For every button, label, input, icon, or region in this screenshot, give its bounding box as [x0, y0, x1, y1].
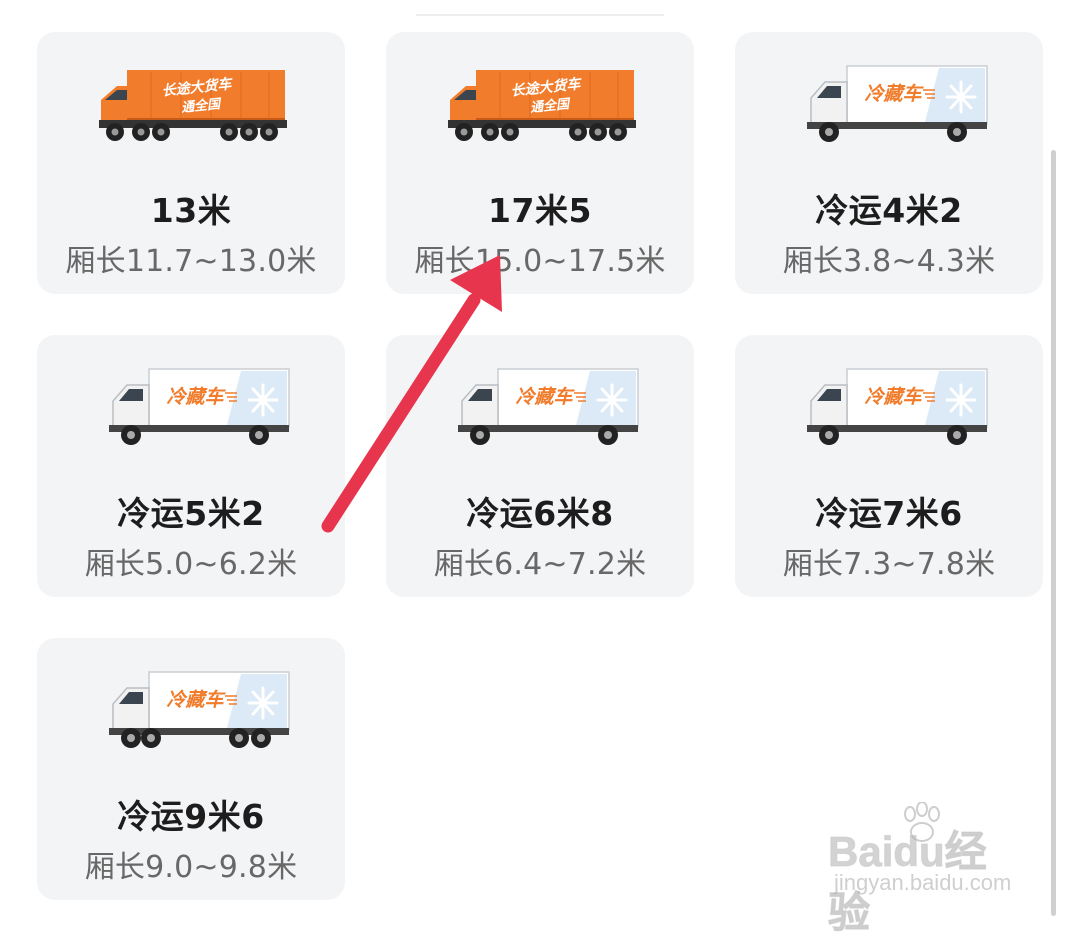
vehicle-box-length: 厢长7.3~7.8米 — [782, 547, 996, 582]
vehicle-card-17-5m[interactable]: 长途大货车 通全国 17米5 厢长15.0~17.5米 — [386, 32, 694, 294]
vehicle-box-length: 厢长6.4~7.2米 — [433, 547, 647, 582]
truck-banner-line1: 冷藏车 — [864, 386, 924, 408]
refrigerated-truck-icon: 冷藏车 — [807, 65, 988, 142]
vehicle-card-cold-4-2m[interactable]: 冷藏车 冷运4米2 厢长3.8~4.3米 — [735, 32, 1043, 294]
vehicle-title: 17米5 — [488, 191, 592, 230]
vehicle-card-cold-5-2m[interactable]: 冷藏车 冷运5米2 厢长5.0~6.2米 — [37, 335, 345, 597]
refrigerated-truck-icon: 冷藏车 — [807, 368, 988, 445]
vehicle-card-cold-9-6m[interactable]: 冷藏车 冷运9米6 厢长9.0~9.8米 — [37, 638, 345, 900]
truck-banner-line1: 冷藏车 — [166, 689, 226, 711]
vehicle-box-length: 厢长5.0~6.2米 — [84, 547, 298, 582]
scrollbar[interactable] — [1051, 150, 1056, 916]
paw-icon — [904, 802, 940, 842]
vehicle-title: 13米 — [150, 191, 232, 230]
vehicle-title: 冷运7米6 — [815, 494, 963, 533]
vehicle-box-length: 厢长15.0~17.5米 — [414, 244, 666, 279]
truck-banner-line1: 冷藏车 — [166, 386, 226, 408]
refrigerated-truck-icon: 冷藏车 — [458, 368, 639, 445]
watermark-url: jingyan.baidu.com — [834, 870, 1012, 895]
baidu-watermark: Baidu经验 jingyan.baidu.com — [828, 800, 1028, 937]
watermark-brand: Baidu经验 — [828, 828, 988, 937]
vehicle-title: 冷运6米8 — [466, 494, 614, 533]
truck-banner-line1: 冷藏车 — [864, 83, 924, 105]
top-divider — [416, 14, 664, 16]
refrigerated-truck-icon: 冷藏车 — [109, 671, 290, 748]
long-haul-truck-icon: 长途大货车 通全国 — [99, 70, 287, 141]
vehicle-title: 冷运4米2 — [815, 191, 963, 230]
vehicle-card-cold-6-8m[interactable]: 冷藏车 冷运6米8 厢长6.4~7.2米 — [386, 335, 694, 597]
truck-banner-line1: 冷藏车 — [515, 386, 575, 408]
long-haul-truck-icon: 长途大货车 通全国 — [448, 70, 636, 141]
vehicle-card-cold-7-6m[interactable]: 冷藏车 冷运7米6 厢长7.3~7.8米 — [735, 335, 1043, 597]
vehicle-box-length: 厢长11.7~13.0米 — [65, 244, 317, 279]
vehicle-card-13m[interactable]: 长途大货车 通全国 13米 厢长11.7~13.0米 — [37, 32, 345, 294]
refrigerated-truck-icon: 冷藏车 — [109, 368, 290, 445]
vehicle-box-length: 厢长9.0~9.8米 — [84, 850, 298, 885]
vehicle-title: 冷运9米6 — [117, 797, 265, 836]
vehicle-title: 冷运5米2 — [117, 494, 265, 533]
vehicle-box-length: 厢长3.8~4.3米 — [782, 244, 996, 279]
